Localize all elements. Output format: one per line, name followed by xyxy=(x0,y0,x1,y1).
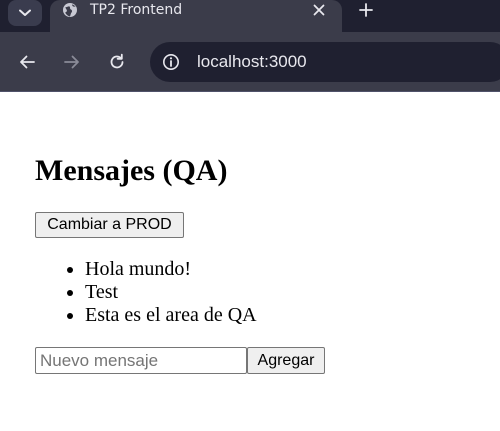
info-icon[interactable] xyxy=(162,53,180,71)
reload-icon[interactable] xyxy=(107,52,127,72)
active-tab[interactable]: TP2 Frontend xyxy=(50,0,342,34)
forward-arrow-icon[interactable] xyxy=(62,52,82,72)
list-item: Esta es el area de QA xyxy=(85,304,257,327)
tab-title: TP2 Frontend xyxy=(90,2,183,18)
add-message-button[interactable]: Agregar xyxy=(247,347,325,374)
page-title: Mensajes (QA) xyxy=(35,154,228,187)
tab-strip: TP2 Frontend xyxy=(0,0,500,34)
address-bar[interactable]: localhost:3000 xyxy=(150,42,500,82)
list-item: Hola mundo! xyxy=(85,258,257,281)
close-icon[interactable] xyxy=(312,3,326,17)
page-content: Mensajes (QA) Cambiar a PROD Hola mundo!… xyxy=(0,92,500,431)
url-text[interactable]: localhost:3000 xyxy=(197,52,307,72)
browser-toolbar: localhost:3000 xyxy=(0,32,500,92)
switch-environment-button[interactable]: Cambiar a PROD xyxy=(35,212,184,238)
globe-icon xyxy=(63,3,77,17)
message-list: Hola mundo! Test Esta es el area de QA xyxy=(35,258,257,327)
list-item: Test xyxy=(85,281,257,304)
back-arrow-icon[interactable] xyxy=(17,52,37,72)
chevron-down-icon xyxy=(19,9,31,16)
new-message-input[interactable] xyxy=(35,347,247,374)
tab-search-button[interactable] xyxy=(8,0,42,26)
plus-icon[interactable] xyxy=(358,2,374,18)
